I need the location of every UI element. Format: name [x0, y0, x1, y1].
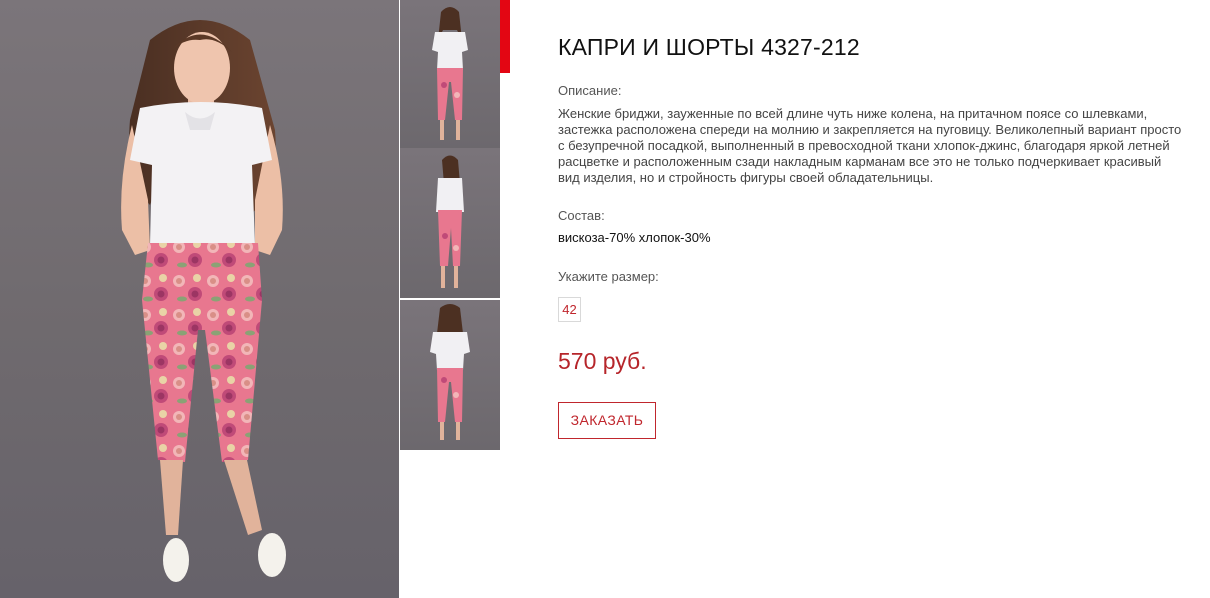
thumbnail-back[interactable]: [400, 300, 500, 450]
product-title: КАПРИ И ШОРТЫ 4327-212: [558, 34, 860, 60]
order-button[interactable]: ЗАКАЗАТЬ: [558, 402, 656, 439]
composition-value: вискоза-70% хлопок-30%: [558, 230, 711, 245]
active-thumbnail-indicator: [500, 0, 510, 73]
model-figure: [121, 20, 286, 582]
description-line: расцветке и расположенным сзади накладны…: [558, 154, 1162, 169]
main-product-photo[interactable]: [0, 0, 399, 598]
description-line: застежка расположена спереди на молнию и…: [558, 122, 1182, 137]
size-option-42[interactable]: 42: [558, 297, 581, 322]
description-line: Женские бриджи, зауженные по всей длине …: [558, 106, 1148, 121]
product-description: Женские бриджи, зауженные по всей длине …: [558, 106, 1188, 186]
thumbnail-side-image: [436, 155, 464, 288]
thumbnail-front[interactable]: [400, 0, 500, 150]
thumbnail-side[interactable]: [400, 148, 500, 298]
description-label: Описание:: [558, 83, 622, 98]
product-price: 570 руб.: [558, 348, 647, 374]
composition-label: Состав:: [558, 208, 605, 223]
description-line: с безупречной посадкой, выполненный в пр…: [558, 138, 1170, 153]
thumbnail-back-image: [430, 304, 470, 440]
size-label: Укажите размер:: [558, 269, 659, 284]
description-line: вид изделия, но и стройность фигуры свое…: [558, 170, 934, 185]
thumbnail-front-image: [432, 7, 468, 140]
